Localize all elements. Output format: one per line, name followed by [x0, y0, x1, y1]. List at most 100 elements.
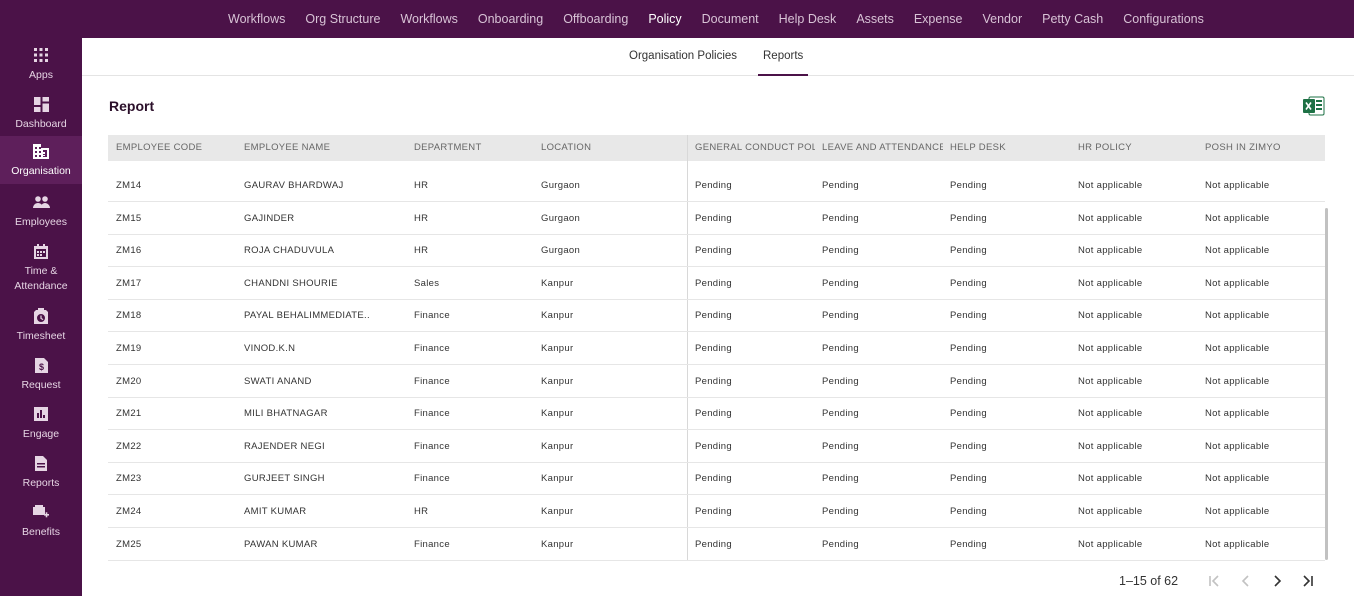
column-department[interactable]: DEPARTMENT [414, 135, 534, 161]
bar-chart-icon [32, 405, 50, 423]
sidebar-item-time-attendance[interactable]: Time & Attendance [0, 238, 82, 298]
sidebar-item-dashboard[interactable]: Dashboard [0, 91, 82, 135]
column-hr-policy[interactable]: HR POLICY [1078, 135, 1198, 161]
column-employee-name[interactable]: EMPLOYEE NAME [244, 135, 404, 161]
sidebar-label-employees: Employees [15, 216, 67, 228]
table-row[interactable]: ZM19 VINOD.K.N Finance Kanpur Pending Pending… [108, 333, 1325, 365]
last-page-button[interactable] [1299, 572, 1317, 590]
table-row[interactable]: ZM14 GAURAV BHARDWAJ HR Gurgaon Pending Pendi… [108, 170, 1325, 202]
next-page-button[interactable] [1268, 572, 1286, 590]
sidebar-item-apps[interactable]: Apps [0, 42, 82, 86]
cell-employee-code: ZM24 [116, 506, 142, 517]
table-row[interactable]: ZM21 MILI BHATNAGAR Finance Kanpur Pending Pe… [108, 398, 1325, 431]
sidebar-item-benefits[interactable]: Benefits [0, 499, 82, 543]
cell-department: Finance [414, 440, 450, 452]
column-leave-attendance[interactable]: LEAVE AND ATTENDANCE [822, 135, 943, 161]
first-page-button[interactable] [1205, 572, 1223, 590]
sidebar-item-engage[interactable]: Engage [0, 401, 82, 445]
nav-assets[interactable]: Assets [856, 12, 894, 26]
cell-department: Finance [414, 375, 450, 387]
sidebar-label-engage: Engage [22, 428, 60, 440]
nav-configurations[interactable]: Configurations [1123, 12, 1204, 26]
cell-help-desk: Pending [950, 180, 987, 191]
nav-petty-cash[interactable]: Petty Cash [1042, 12, 1103, 26]
nav-expense[interactable]: Expense [914, 12, 963, 26]
cell-employee-name: GAURAV BHARDWAJ [244, 180, 344, 191]
sidebar-item-request[interactable]: $ Request [0, 352, 82, 396]
table-row[interactable]: ZM15 GAJINDER HR Gurgaon Pending Pending Pendi… [108, 203, 1325, 235]
cell-employee-name: AMIT KUMAR [244, 506, 307, 517]
export-excel-button[interactable] [1302, 95, 1325, 117]
sidebar-item-reports[interactable]: Reports [0, 450, 82, 494]
cell-employee-code: ZM19 [116, 343, 142, 354]
cell-general-conduct: Pending [695, 440, 732, 452]
nav-help-desk[interactable]: Help Desk [779, 12, 837, 26]
nav-offboarding[interactable]: Offboarding [563, 12, 628, 26]
table-row[interactable]: ZM16 ROJA CHADUVULA HR Gurgaon Pending Pendin… [108, 235, 1325, 268]
excel-icon [1303, 96, 1325, 116]
nav-policy[interactable]: Policy [648, 12, 681, 26]
cell-leave-attendance: Pending [822, 245, 859, 257]
table-row[interactable]: ZM22 RAJENDER NEGI Finance Kanpur Pending Pen… [108, 431, 1325, 463]
cell-general-conduct: Pending [695, 408, 732, 420]
sidebar-label-attendance: Attendance [14, 280, 68, 292]
table-row[interactable]: ZM17 CHANDNI SHOURIE Sales Kanpur Pending Pen… [108, 268, 1325, 300]
policy-subtabs: Organisation Policies Reports [82, 38, 1354, 76]
sidebar: Apps Dashboard Organisation Employees Ti… [0, 38, 82, 596]
cell-employee-code: ZM18 [116, 310, 142, 322]
sidebar-label-dashboard: Dashboard [15, 118, 67, 130]
column-help-desk[interactable]: HELP DESK [950, 135, 1070, 161]
cell-department: Finance [414, 310, 450, 322]
table-row[interactable]: ZM20 SWATI ANAND Finance Kanpur Pending Pendi… [108, 366, 1325, 398]
svg-text:$: $ [38, 362, 43, 372]
cell-department: Sales [414, 277, 440, 289]
cell-posh: Not applicable [1205, 245, 1270, 257]
cell-posh: Not applicable [1205, 440, 1270, 452]
table-row[interactable]: ZM24 AMIT KUMAR HR Kanpur Pending Pending Pend… [108, 496, 1325, 528]
table-row[interactable]: ZM23 GURJEET SINGH Finance Kanpur Pending Pen… [108, 463, 1325, 496]
column-posh[interactable]: POSH IN ZIMYO [1205, 135, 1325, 161]
cell-location: Gurgaon [541, 245, 581, 257]
nav-workflows[interactable]: Workflows [228, 12, 285, 26]
nav-document[interactable]: Document [702, 12, 759, 26]
column-location[interactable]: LOCATION [541, 135, 661, 161]
sidebar-item-timesheet[interactable]: Timesheet [0, 303, 82, 347]
sidebar-item-employees[interactable]: Employees [0, 189, 82, 233]
column-general-conduct-policy[interactable]: GENERAL CONDUCT POL [695, 135, 815, 161]
table-row[interactable]: ZM18 PAYAL BEHALIMMEDIATE.. Finance Kanpur P… [108, 300, 1325, 333]
cell-posh: Not applicable [1205, 277, 1270, 289]
cell-employee-name: PAYAL BEHALIMMEDIATE.. [244, 310, 370, 322]
cell-employee-name: CHANDNI SHOURIE [244, 277, 338, 289]
tab-reports[interactable]: Reports [758, 38, 809, 76]
cell-general-conduct: Pending [695, 212, 732, 224]
tab-organisation-policies[interactable]: Organisation Policies [629, 38, 737, 76]
nav-vendor[interactable]: Vendor [982, 12, 1022, 26]
nav-onboarding[interactable]: Onboarding [478, 12, 543, 26]
nav-workflows-2[interactable]: Workflows [400, 12, 457, 26]
cell-location: Kanpur [541, 473, 574, 485]
grid-icon [32, 46, 50, 64]
cell-help-desk: Pending [950, 440, 987, 452]
previous-page-button[interactable] [1237, 572, 1255, 590]
cell-department: Finance [414, 538, 450, 550]
cell-help-desk: Pending [950, 310, 987, 322]
app-root: Workflows Org Structure Workflows Onboar… [0, 0, 1354, 596]
cell-general-conduct: Pending [695, 277, 732, 289]
sidebar-label-reports: Reports [22, 477, 60, 489]
table-row[interactable]: ZM25 PAWAN KUMAR Finance Kanpur Pending Pendi… [108, 529, 1325, 561]
cell-employee-code: ZM21 [116, 408, 142, 420]
nav-org-structure[interactable]: Org Structure [305, 12, 380, 26]
calendar-icon [32, 242, 50, 260]
cell-help-desk: Pending [950, 343, 987, 354]
sidebar-item-organisation[interactable]: Organisation [0, 136, 82, 184]
column-employee-code[interactable]: EMPLOYEE CODE [116, 135, 236, 161]
cell-location: Kanpur [541, 506, 574, 517]
sidebar-label-timesheet: Timesheet [16, 330, 66, 342]
cell-general-conduct: Pending [695, 343, 732, 354]
cell-posh: Not applicable [1205, 212, 1270, 224]
cell-help-desk: Pending [950, 212, 987, 224]
table-scrollbar[interactable] [1325, 208, 1328, 560]
cell-leave-attendance: Pending [822, 473, 859, 485]
cell-help-desk: Pending [950, 473, 987, 485]
cell-hr-policy: Not applicable [1078, 375, 1143, 387]
